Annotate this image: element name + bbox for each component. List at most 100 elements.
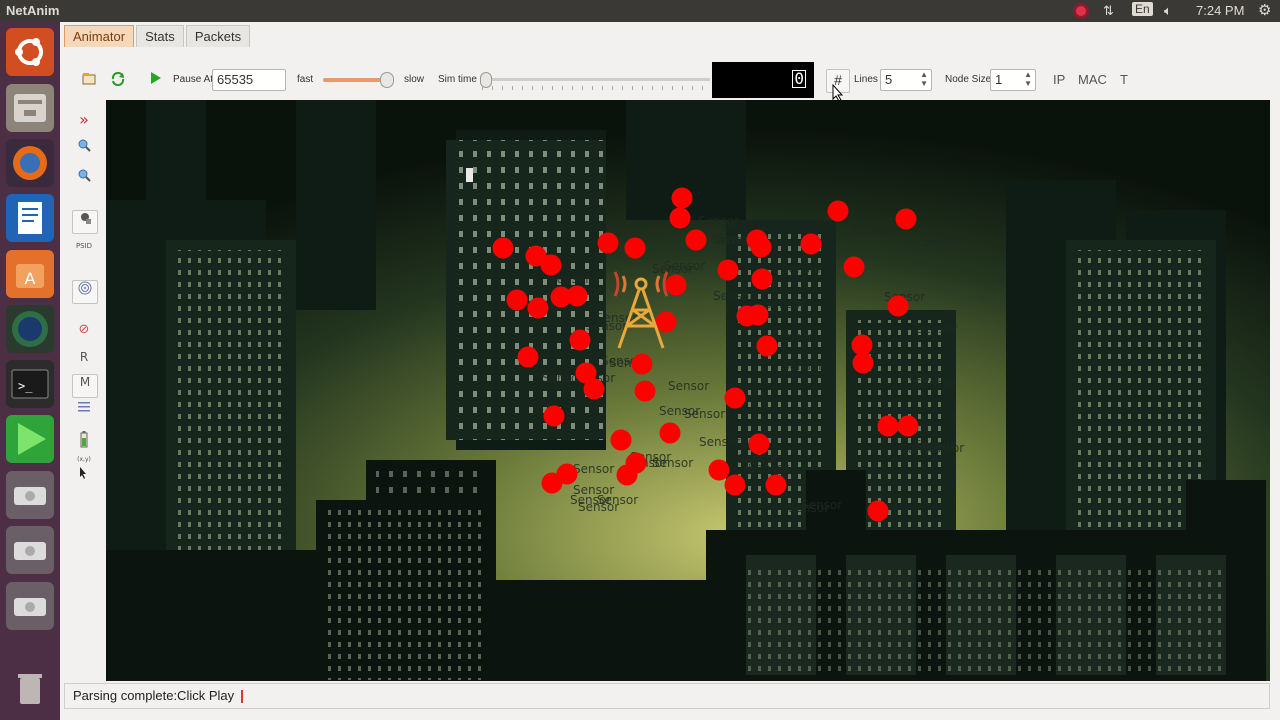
sensor-node[interactable] (724, 474, 746, 496)
zoom-out-icon[interactable] (72, 168, 96, 190)
sensor-node[interactable] (717, 259, 739, 281)
sensor-node[interactable] (665, 274, 687, 296)
node-size-spinbox[interactable]: 1 ▲ ▼ (990, 69, 1036, 91)
sim-time-slider-track[interactable] (482, 78, 710, 81)
cursor-tool-icon[interactable] (72, 466, 96, 488)
no-link-icon[interactable]: ⊘ (72, 322, 96, 344)
play-icon[interactable] (150, 71, 162, 88)
firefox-icon[interactable] (6, 139, 54, 187)
record-indicator-icon[interactable] (1072, 2, 1090, 23)
sensor-label: Sensor (597, 493, 638, 507)
sensor-node[interactable] (671, 187, 693, 209)
writer-icon[interactable] (6, 194, 54, 242)
sensor-node[interactable] (748, 433, 770, 455)
list-lines-icon[interactable] (72, 400, 96, 422)
pause-at-input[interactable]: 65535 (212, 69, 286, 91)
sensor-node[interactable] (583, 378, 605, 400)
netanim-play-icon[interactable] (6, 415, 54, 463)
software-center-icon[interactable]: A (6, 250, 54, 298)
reload-icon[interactable] (110, 71, 126, 90)
sensor-node[interactable] (708, 459, 730, 481)
trash-icon[interactable] (6, 664, 54, 712)
speed-slider-handle[interactable] (380, 72, 394, 88)
tab-animator[interactable]: Animator (64, 25, 135, 47)
sensor-node[interactable] (543, 405, 565, 427)
sensor-node[interactable] (517, 346, 539, 368)
sim-time-display: 0 (712, 62, 814, 98)
sensor-label: Sensor (781, 262, 822, 276)
sensor-node[interactable] (897, 415, 919, 437)
open-file-icon[interactable] (82, 72, 96, 89)
volume-icon[interactable]: 🔈︎ (1164, 3, 1172, 19)
sensor-node[interactable] (631, 353, 653, 375)
sensor-node[interactable] (492, 237, 514, 259)
sensor-node[interactable] (851, 334, 873, 356)
sensor-node[interactable] (887, 295, 909, 317)
sensor-node[interactable] (843, 256, 865, 278)
sensor-node[interactable] (659, 422, 681, 444)
ip-toggle[interactable]: IP (1053, 72, 1065, 87)
drive-icon-1[interactable] (6, 471, 54, 519)
sensor-node[interactable] (655, 311, 677, 333)
m-toggle[interactable]: M (72, 374, 98, 398)
sensor-node[interactable] (634, 380, 656, 402)
r-toggle[interactable]: R (72, 350, 96, 372)
sensor-node[interactable] (736, 305, 758, 327)
sensor-label: Sensor (914, 377, 955, 391)
status-text-wrap: Parsing complete:Click Play (73, 688, 243, 704)
animation-canvas[interactable]: Sensor Sensor Sensor Sensor Sensor Sensor Sens… (106, 100, 1270, 681)
files-icon[interactable] (6, 84, 54, 132)
tab-stats[interactable]: Stats (136, 25, 184, 47)
clock[interactable]: 7:24 PM (1196, 3, 1244, 18)
sensor-node[interactable] (597, 232, 619, 254)
animator-toolbar: Pause At 65535 fast slow Sim time 0 # Li… (60, 62, 1280, 102)
double-chevron-right-icon[interactable]: » (72, 110, 96, 132)
node-size-spin-arrows-icon[interactable]: ▲ ▼ (1024, 70, 1032, 88)
sensor-node[interactable] (685, 229, 707, 251)
ubuntu-logo-icon[interactable] (6, 28, 54, 76)
sensor-label: Sensor (668, 379, 709, 393)
tab-packets[interactable]: Packets (185, 25, 251, 47)
sensor-node[interactable] (751, 268, 773, 290)
sensor-node[interactable] (724, 387, 746, 409)
globe-app-icon[interactable] (6, 305, 54, 353)
sensor-node[interactable] (800, 233, 822, 255)
lines-spinbox[interactable]: 5 ▲ ▼ (880, 69, 932, 91)
sensor-node[interactable] (624, 237, 646, 259)
sensor-node[interactable] (540, 254, 562, 276)
node-size-value: 1 (995, 72, 1003, 87)
sensor-node[interactable] (541, 472, 563, 494)
sensor-node[interactable] (867, 500, 889, 522)
sensor-node[interactable] (610, 429, 632, 451)
sensor-node[interactable] (566, 285, 588, 307)
psid-label[interactable]: PSID (72, 242, 96, 264)
sensor-node[interactable] (616, 464, 638, 486)
sensor-node[interactable] (852, 352, 874, 374)
sensor-node[interactable] (569, 329, 591, 351)
keyboard-lang-indicator[interactable]: En (1132, 2, 1153, 16)
sensor-node[interactable] (750, 236, 772, 258)
node-shape-icon[interactable] (72, 210, 98, 234)
sensor-node[interactable] (756, 335, 778, 357)
zoom-in-icon[interactable] (72, 138, 96, 160)
drive-icon-3[interactable] (6, 582, 54, 630)
sensor-node[interactable] (527, 297, 549, 319)
lines-spin-arrows-icon[interactable]: ▲ ▼ (920, 70, 928, 88)
battery-icon[interactable] (72, 430, 96, 452)
sensor-node[interactable] (827, 200, 849, 222)
fast-label: fast (297, 74, 314, 85)
sensor-node[interactable] (765, 474, 787, 496)
sensor-node[interactable] (877, 415, 899, 437)
sensor-node[interactable] (895, 208, 917, 230)
settings-gear-icon[interactable]: ⚙ (1258, 1, 1271, 19)
lines-value: 5 (885, 72, 893, 87)
sensor-label: Sensor (713, 289, 754, 303)
sensor-node[interactable] (669, 207, 691, 229)
network-arrows-icon[interactable]: ⇅ (1103, 3, 1114, 19)
wireless-circles-icon[interactable] (72, 280, 98, 304)
terminal-icon[interactable]: >_ (6, 360, 54, 408)
drive-icon-2[interactable] (6, 526, 54, 574)
sensor-node[interactable] (506, 289, 528, 311)
t-toggle[interactable]: T (1120, 72, 1128, 87)
mac-toggle[interactable]: MAC (1078, 72, 1107, 87)
